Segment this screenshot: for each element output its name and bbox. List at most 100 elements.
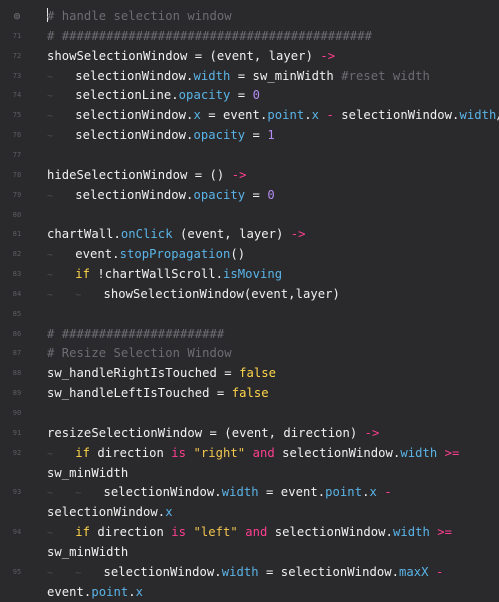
code-line[interactable]: 94 ~ if direction is "left" and selection… xyxy=(0,522,499,542)
code-line[interactable]: 72 showSelectionWindow = (event, layer) -… xyxy=(0,46,499,66)
line-code: # ######################################… xyxy=(47,26,372,46)
code-token: 0 xyxy=(252,88,260,103)
code-token: (event, layer) xyxy=(172,227,291,242)
line-number: 90 xyxy=(12,409,22,417)
code-token: x xyxy=(135,584,144,599)
code-editor[interactable]: ⊚ # handle selection window 71 # ##########… xyxy=(0,0,499,600)
code-line[interactable]: 88 sw_handleRightIsTouched = false xyxy=(0,363,499,383)
code-line[interactable]: selectionWindow.x xyxy=(0,502,499,522)
code-token: width xyxy=(392,525,430,540)
code-line[interactable]: 93 ~ ~ selectionWindow.width = event.poin… xyxy=(0,482,499,502)
line-number: 87 xyxy=(12,349,22,358)
line-number: 75 xyxy=(12,111,22,120)
code-line[interactable]: 89 sw_handleLeftIsTouched = false xyxy=(0,383,499,403)
code-token: 0 xyxy=(267,187,275,202)
code-token: - xyxy=(384,485,392,500)
code-token: width xyxy=(459,108,497,123)
code-token: -> xyxy=(231,167,247,182)
code-line[interactable]: 71 # ####################################… xyxy=(0,26,499,46)
code-token: onClick xyxy=(120,227,173,242)
code-token: if xyxy=(75,525,91,540)
code-token: - xyxy=(326,108,334,123)
code-line[interactable]: 77 xyxy=(0,145,499,165)
code-token: if xyxy=(75,445,91,460)
code-token: !chartWallScroll. xyxy=(90,267,224,282)
code-line[interactable]: 74 ~ selectionLine.opacity = 0 xyxy=(0,85,499,105)
code-token: point xyxy=(267,108,305,123)
line-code: # ###################### xyxy=(47,324,224,344)
code-token: "right" xyxy=(193,445,246,460)
line-code: ~ selectionWindow.width = sw_minWidth #r… xyxy=(47,66,430,86)
code-line[interactable]: 86 # ###################### xyxy=(0,324,499,344)
code-line[interactable]: 90 xyxy=(0,403,499,423)
code-token: resizeSelectionWindow xyxy=(47,425,203,440)
line-code: ~ selectionWindow.opacity = 0 xyxy=(47,185,275,205)
code-token: selectionWindow. xyxy=(53,68,194,83)
code-line[interactable]: 80 xyxy=(0,205,499,225)
code-line[interactable]: 92 ~ if direction is "right" and selectio… xyxy=(0,443,499,463)
code-token: 1 xyxy=(267,128,275,143)
code-token: is xyxy=(171,525,187,540)
code-line[interactable]: 82 ~ event.stopPropagation() xyxy=(0,244,499,264)
code-token: selectionWindow. xyxy=(274,445,401,460)
line-code: showSelectionWindow = (event, layer) -> xyxy=(47,46,335,66)
code-line[interactable]: ⊚ # handle selection window xyxy=(0,6,499,26)
line-number: 92 xyxy=(12,448,22,457)
code-line[interactable]: 85 xyxy=(0,304,499,324)
code-token: hideSelectionWindow xyxy=(47,167,188,182)
line-number xyxy=(0,582,34,602)
code-line[interactable]: sw_minWidth xyxy=(0,463,499,483)
code-token: sw_handleRightIsTouched = xyxy=(47,366,240,381)
code-token: = (event, layer) xyxy=(187,48,321,63)
code-token: and xyxy=(245,525,268,540)
code-token: sw_handleLeftIsTouched = xyxy=(47,386,232,401)
code-line[interactable]: 75 ~ selectionWindow.x = event.point.x - … xyxy=(0,105,499,125)
line-number: 85 xyxy=(12,309,22,318)
line-code: ~ if !chartWallScroll.isMoving xyxy=(47,264,282,284)
line-number: 76 xyxy=(12,131,22,140)
code-token: false xyxy=(239,366,277,381)
code-token: # ######################################… xyxy=(47,28,373,43)
code-token: x xyxy=(369,485,377,500)
code-token: = event. xyxy=(200,108,268,123)
line-number: 91 xyxy=(12,428,22,437)
code-line[interactable]: 76 ~ selectionWindow.opacity = 1 xyxy=(0,125,499,145)
code-token: is xyxy=(171,445,187,460)
code-token: selectionWindow. xyxy=(53,108,194,123)
line-code: ~ selectionWindow.opacity = 1 xyxy=(47,125,275,145)
code-token: width xyxy=(221,485,259,500)
code-line[interactable]: sw_minWidth xyxy=(0,542,499,562)
code-token: false xyxy=(231,386,269,401)
line-number: 81 xyxy=(12,230,22,239)
code-line[interactable]: 91 resizeSelectionWindow = (event, direct… xyxy=(0,423,499,443)
code-line[interactable]: 78 hideSelectionWindow = () -> xyxy=(0,165,499,185)
code-token: # handle selection window xyxy=(47,9,232,23)
line-code: selectionWindow.x xyxy=(47,502,173,522)
code-line[interactable]: 79 ~ selectionWindow.opacity = 0 xyxy=(0,185,499,205)
code-line[interactable]: 87 # Resize Selection Window xyxy=(0,343,499,363)
code-line[interactable]: 83 ~ if !chartWallScroll.isMoving xyxy=(0,264,499,284)
code-token: event. xyxy=(53,247,120,262)
code-token: sw_minWidth xyxy=(47,544,129,559)
code-line[interactable]: 84 ~ ~ showSelectionWindow(event,layer) xyxy=(0,284,499,304)
code-token: selectionWindow. xyxy=(81,485,222,500)
code-token: >= xyxy=(437,525,453,540)
line-number xyxy=(0,463,34,483)
code-line[interactable]: 95 ~ ~ selectionWindow.width = selectionW… xyxy=(0,562,499,582)
line-number: 94 xyxy=(12,528,22,537)
code-token: = xyxy=(245,128,268,143)
code-token: x xyxy=(193,108,201,123)
line-number: 88 xyxy=(12,369,22,378)
line-number: 84 xyxy=(12,289,22,298)
code-token: () xyxy=(230,247,246,262)
code-line[interactable]: 81 chartWall.onClick (event, layer) -> xyxy=(0,224,499,244)
code-line[interactable]: event.point.x xyxy=(0,582,499,602)
code-line[interactable]: 73 ~ selectionWindow.width = sw_minWidth … xyxy=(0,66,499,86)
code-token: -> xyxy=(364,425,380,440)
